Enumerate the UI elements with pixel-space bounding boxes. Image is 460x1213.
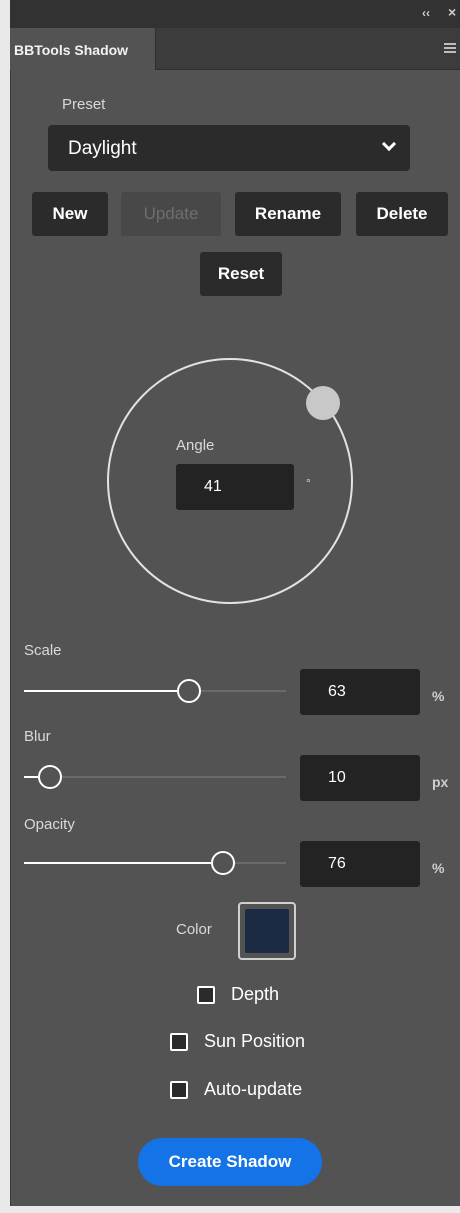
blur-unit: px [432, 774, 449, 790]
blur-slider-thumb[interactable] [38, 765, 63, 789]
update-preset-button[interactable]: Update [121, 192, 221, 236]
panel-title-bar: ‹‹ × [10, 0, 460, 28]
degree-unit: ° [306, 476, 311, 490]
blur-slider-track [62, 776, 286, 778]
scale-label: Scale [24, 642, 62, 659]
sun-position-label: Sun Position [204, 1031, 306, 1051]
opacity-input[interactable]: 76 [300, 841, 420, 887]
collapse-panel-icon[interactable]: ‹‹ [422, 6, 430, 20]
panel-menu-icon[interactable] [444, 43, 456, 53]
delete-preset-button[interactable]: Delete [356, 192, 448, 236]
scale-slider-fill [24, 690, 178, 692]
depth-label: Depth [231, 984, 280, 1004]
reset-button[interactable]: Reset [200, 252, 282, 296]
preset-label: Preset [62, 96, 106, 113]
color-label: Color [176, 921, 212, 938]
scale-input[interactable]: 63 [300, 669, 420, 715]
auto-update-checkbox[interactable] [170, 1081, 188, 1099]
opacity-slider-fill [24, 862, 212, 864]
opacity-slider-thumb[interactable] [211, 851, 236, 875]
depth-checkbox[interactable] [197, 986, 215, 1004]
opacity-slider-track [235, 862, 286, 864]
scale-slider-track [201, 690, 286, 692]
angle-input[interactable]: 41 [176, 464, 294, 510]
sun-position-checkbox[interactable] [170, 1033, 188, 1051]
create-shadow-button[interactable]: Create Shadow [138, 1138, 322, 1186]
scale-unit: % [432, 688, 445, 704]
preset-dropdown[interactable]: Daylight [48, 125, 410, 171]
preset-selected-value: Daylight [68, 138, 137, 159]
blur-label: Blur [24, 728, 51, 745]
rename-preset-button[interactable]: Rename [235, 192, 341, 236]
tab-bar: BBTools Shadow [10, 28, 460, 70]
opacity-label: Opacity [24, 816, 75, 833]
new-preset-button[interactable]: New [32, 192, 108, 236]
color-swatch-fill [245, 909, 289, 953]
blur-input[interactable]: 10 [300, 755, 420, 801]
angle-label: Angle [176, 437, 215, 454]
scale-slider-thumb[interactable] [177, 679, 202, 703]
blur-slider-fill [24, 776, 39, 778]
shadow-color-swatch[interactable] [238, 902, 296, 960]
angle-dial-handle[interactable] [306, 386, 340, 420]
auto-update-label: Auto-update [204, 1079, 303, 1099]
close-panel-icon[interactable]: × [448, 4, 456, 20]
tab-bbtools-shadow[interactable]: BBTools Shadow [10, 28, 156, 70]
opacity-unit: % [432, 860, 445, 876]
chevron-down-icon [381, 136, 397, 152]
